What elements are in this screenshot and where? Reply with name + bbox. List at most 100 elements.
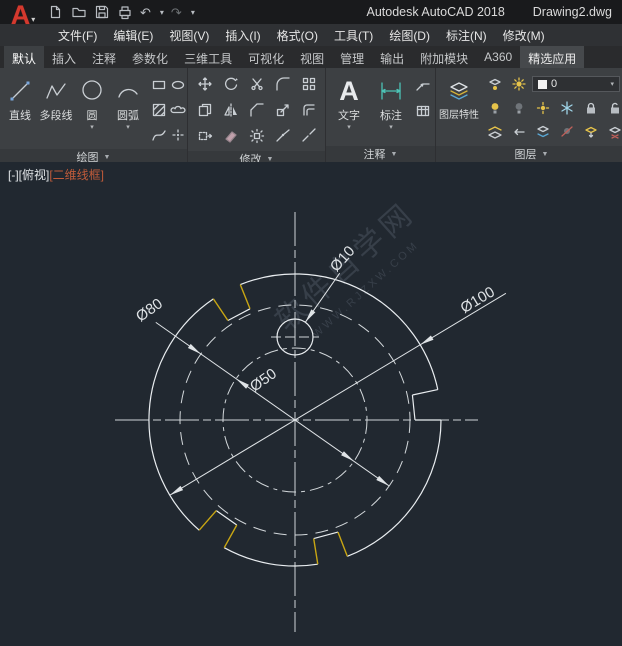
chamfer-icon[interactable]	[246, 99, 268, 121]
panel-layers-footer[interactable]: 图层 ▼	[436, 146, 622, 162]
autocad-app-button[interactable]: A ▾	[4, 1, 42, 43]
line-tool-button[interactable]: 直线	[2, 70, 38, 149]
polyline-icon	[44, 72, 68, 110]
freeze-icon[interactable]	[556, 97, 578, 119]
open-folder-icon[interactable]	[71, 4, 87, 20]
viewport-visual-style-control[interactable]: [二维线框]	[49, 168, 104, 182]
tab-a360[interactable]: A360	[476, 46, 520, 68]
layer-properties-button[interactable]: 图层特性	[438, 70, 480, 146]
layer-off-icon[interactable]	[556, 121, 578, 143]
multileader-icon[interactable]	[412, 74, 434, 96]
polyline-tool-button[interactable]: 多段线	[38, 70, 74, 149]
scale-icon[interactable]	[272, 99, 294, 121]
trim-icon[interactable]	[246, 73, 268, 95]
redo-icon[interactable]: ↷	[171, 6, 182, 19]
move-icon[interactable]	[194, 73, 216, 95]
lock-icon[interactable]	[580, 97, 602, 119]
drawing-canvas[interactable]: [-][俯视][二维线框] 软件自学网 WWW.RJZXW.COM	[0, 162, 622, 646]
panel-draw: 直线 多段线 圆 ▾ 圆弧 ▾	[0, 68, 188, 162]
text-dropdown-icon[interactable]: ▾	[347, 123, 351, 131]
tab-home[interactable]: 默认	[4, 46, 44, 68]
panel-annotate-footer[interactable]: 注释 ▼	[326, 146, 435, 162]
modify-tools-grid	[190, 70, 324, 151]
line-label: 直线	[9, 110, 31, 122]
tab-parametric[interactable]: 参数化	[124, 46, 176, 68]
polyline-label: 多段线	[40, 110, 73, 122]
autocad-window: A ▾ ↶ ▾ ↷ ▾ Autodesk AutoCAD 2018 Drawin…	[0, 0, 622, 646]
undo-dropdown-icon[interactable]: ▾	[160, 8, 164, 17]
mirror-icon[interactable]	[220, 99, 242, 121]
sun-icon[interactable]	[508, 73, 530, 95]
menu-edit[interactable]: 编辑(E)	[105, 24, 161, 47]
arc-icon	[116, 72, 140, 110]
explode-icon[interactable]	[246, 125, 268, 147]
undo-icon[interactable]: ↶	[140, 6, 151, 19]
viewport-menu-control[interactable]: [-]	[8, 168, 19, 182]
layer-merge-icon[interactable]	[580, 121, 602, 143]
break-icon[interactable]	[298, 125, 320, 147]
join-icon[interactable]	[272, 125, 294, 147]
menu-draw[interactable]: 绘图(D)	[381, 24, 438, 47]
offset-icon[interactable]	[298, 99, 320, 121]
menu-insert[interactable]: 插入(I)	[217, 24, 268, 47]
layer-walk-icon[interactable]	[532, 121, 554, 143]
new-file-icon[interactable]	[48, 4, 64, 20]
qat-menu-arrow-icon[interactable]: ▾	[191, 8, 195, 17]
annotate-extra-tools	[412, 70, 434, 146]
menu-file[interactable]: 文件(F)	[50, 24, 105, 47]
unlock-icon[interactable]	[604, 97, 622, 119]
layer-prev-icon[interactable]	[508, 121, 530, 143]
layer-delete-icon[interactable]	[604, 121, 622, 143]
panel-annotate-expand-icon[interactable]: ▼	[391, 151, 398, 158]
tab-annotate[interactable]: 注释	[84, 46, 124, 68]
arc-tool-button[interactable]: 圆弧 ▾	[110, 70, 146, 149]
tab-3dtools[interactable]: 三维工具	[176, 46, 240, 68]
point-icon[interactable]	[167, 124, 189, 146]
fillet-icon[interactable]	[272, 73, 294, 95]
menu-format[interactable]: 格式(O)	[269, 24, 326, 47]
layer-match-icon[interactable]	[484, 121, 506, 143]
ellipse-icon[interactable]	[167, 74, 189, 96]
tab-insert[interactable]: 插入	[44, 46, 84, 68]
table-icon[interactable]	[412, 100, 434, 122]
stretch-icon[interactable]	[194, 125, 216, 147]
menu-modify[interactable]: 修改(M)	[495, 24, 553, 47]
viewport-controls[interactable]: [-][俯视][二维线框]	[8, 166, 104, 183]
document-name: Drawing2.dwg	[533, 5, 612, 19]
tab-addins[interactable]: 附加模块	[412, 46, 476, 68]
window-title: Autodesk AutoCAD 2018 Drawing2.dwg	[366, 5, 612, 19]
panel-layers-expand-icon[interactable]: ▼	[542, 151, 549, 158]
dimension-dropdown-icon[interactable]: ▾	[389, 123, 393, 131]
save-icon[interactable]	[94, 4, 110, 20]
viewport-view-control[interactable]: [俯视]	[19, 168, 50, 182]
arc-dropdown-icon[interactable]: ▾	[126, 123, 130, 131]
current-layer-value: 0	[551, 78, 557, 90]
tab-view[interactable]: 视图	[292, 46, 332, 68]
circle-dropdown-icon[interactable]: ▾	[90, 123, 94, 131]
menu-dimension[interactable]: 标注(N)	[438, 24, 495, 47]
app-menu-arrow-icon: ▾	[31, 15, 35, 24]
tab-output[interactable]: 输出	[372, 46, 412, 68]
panel-draw-expand-icon[interactable]: ▼	[104, 154, 111, 161]
bulb-on-icon[interactable]	[484, 97, 506, 119]
revision-cloud-icon[interactable]	[167, 99, 189, 121]
layer-select[interactable]: 0 ▾	[532, 76, 620, 92]
plot-icon[interactable]	[117, 4, 133, 20]
panel-annotate-title: 注释	[364, 146, 386, 162]
dimension-tool-button[interactable]: 标注 ▾	[370, 70, 412, 146]
erase-icon[interactable]	[220, 125, 242, 147]
menu-tools[interactable]: 工具(T)	[326, 24, 381, 47]
layer-isolate-icon[interactable]	[484, 73, 506, 95]
rotate-icon[interactable]	[220, 73, 242, 95]
menu-view[interactable]: 视图(V)	[161, 24, 217, 47]
bulb-off-icon[interactable]	[508, 97, 530, 119]
sun-small-icon[interactable]	[532, 97, 554, 119]
text-tool-button[interactable]: A 文字 ▾	[328, 70, 370, 146]
tab-visualize[interactable]: 可视化	[240, 46, 292, 68]
tab-manage[interactable]: 管理	[332, 46, 372, 68]
array-icon[interactable]	[298, 73, 320, 95]
circle-tool-button[interactable]: 圆 ▾	[74, 70, 110, 149]
tab-featured-apps[interactable]: 精选应用	[520, 46, 584, 68]
copy-icon[interactable]	[194, 99, 216, 121]
layer-properties-label: 图层特性	[439, 110, 479, 121]
